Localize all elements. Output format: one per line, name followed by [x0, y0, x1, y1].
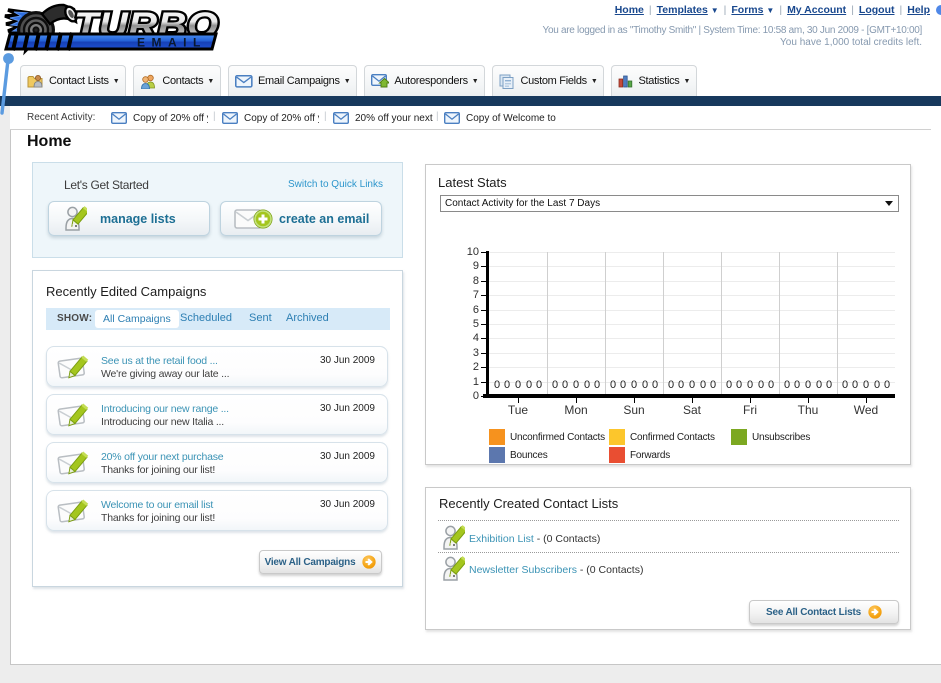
- svg-text:EMAIL: EMAIL: [137, 36, 207, 50]
